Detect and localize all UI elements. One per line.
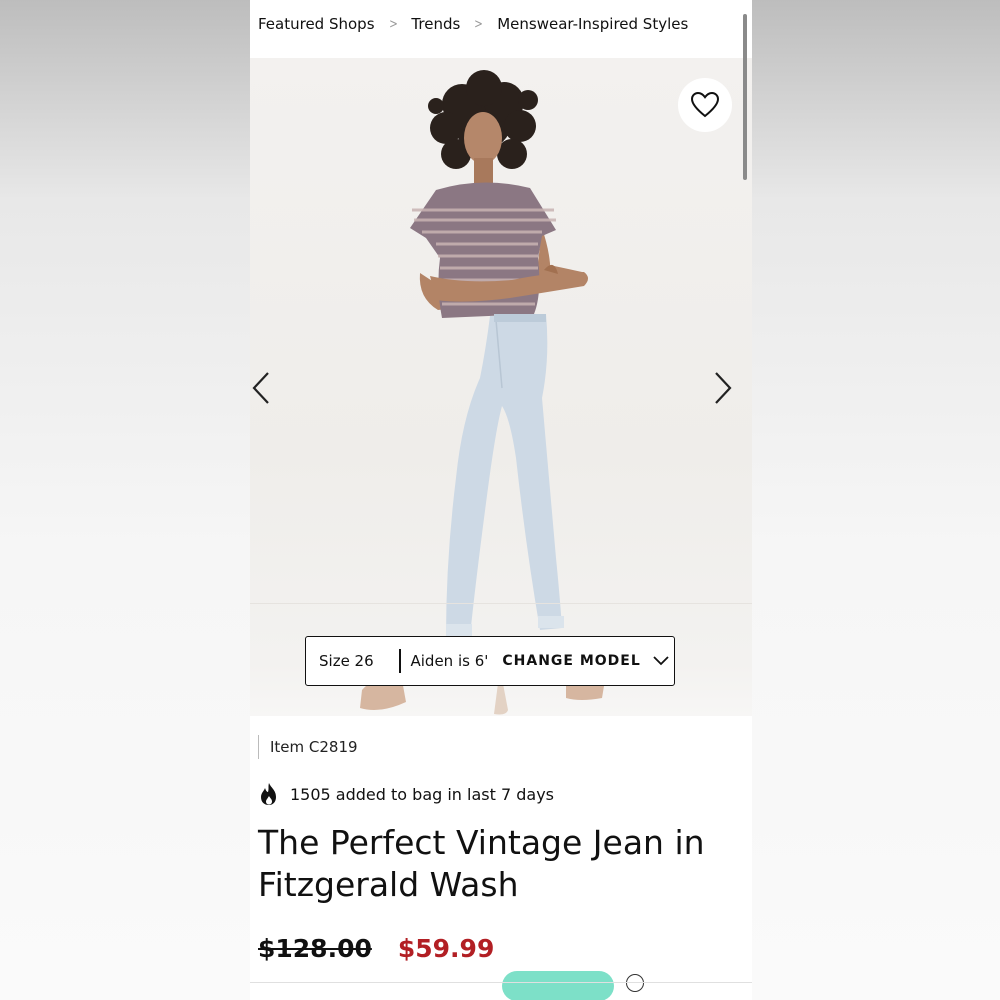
sale-price: $59.99 bbox=[397, 934, 495, 963]
product-image-gallery[interactable]: Size 26 Aiden is 6' CHANGE MODEL bbox=[250, 58, 752, 716]
price-block: $128.00 $59.99 bbox=[258, 934, 494, 963]
breadcrumb: Featured Shops > Trends > Menswear-Inspi… bbox=[258, 12, 688, 36]
wishlist-button[interactable] bbox=[678, 78, 732, 132]
product-page: Featured Shops > Trends > Menswear-Inspi… bbox=[250, 0, 752, 1000]
next-image-button[interactable] bbox=[712, 368, 734, 408]
previous-image-button[interactable] bbox=[250, 368, 272, 408]
chevron-right-icon bbox=[715, 372, 732, 404]
breadcrumb-menswear-inspired-styles[interactable]: Menswear-Inspired Styles bbox=[497, 15, 688, 33]
product-image bbox=[360, 70, 604, 715]
info-icon[interactable] bbox=[626, 974, 644, 992]
model-height-label: Aiden is 6' bbox=[410, 652, 489, 670]
original-price: $128.00 bbox=[258, 934, 372, 963]
scrollbar[interactable] bbox=[743, 14, 747, 180]
item-number: Item C2819 bbox=[270, 738, 358, 756]
item-divider bbox=[258, 735, 259, 759]
chevron-left-icon bbox=[252, 372, 269, 404]
breadcrumb-separator: > bbox=[388, 16, 398, 32]
breadcrumb-separator: > bbox=[474, 16, 484, 32]
breadcrumb-featured-shops[interactable]: Featured Shops bbox=[258, 15, 375, 33]
product-title: The Perfect Vintage Jean in Fitzgerald W… bbox=[258, 823, 705, 904]
breadcrumb-trends[interactable]: Trends bbox=[411, 15, 460, 33]
model-bar-divider bbox=[399, 649, 401, 673]
social-proof-text: 1505 added to bag in last 7 days bbox=[290, 784, 555, 804]
item-number-row: Item C2819 bbox=[258, 734, 358, 760]
promo-badge[interactable] bbox=[502, 971, 614, 1000]
chevron-down-icon[interactable] bbox=[653, 656, 669, 666]
heart-outline-icon bbox=[691, 92, 719, 118]
flame-icon bbox=[258, 782, 280, 806]
social-proof: 1505 added to bag in last 7 days bbox=[258, 780, 554, 808]
bottom-divider bbox=[250, 982, 752, 983]
change-model-button[interactable]: CHANGE MODEL bbox=[502, 653, 640, 669]
model-size-label: Size 26 bbox=[319, 652, 374, 670]
model-size-selector[interactable]: Size 26 Aiden is 6' CHANGE MODEL bbox=[305, 636, 675, 686]
floor-line bbox=[250, 603, 752, 604]
